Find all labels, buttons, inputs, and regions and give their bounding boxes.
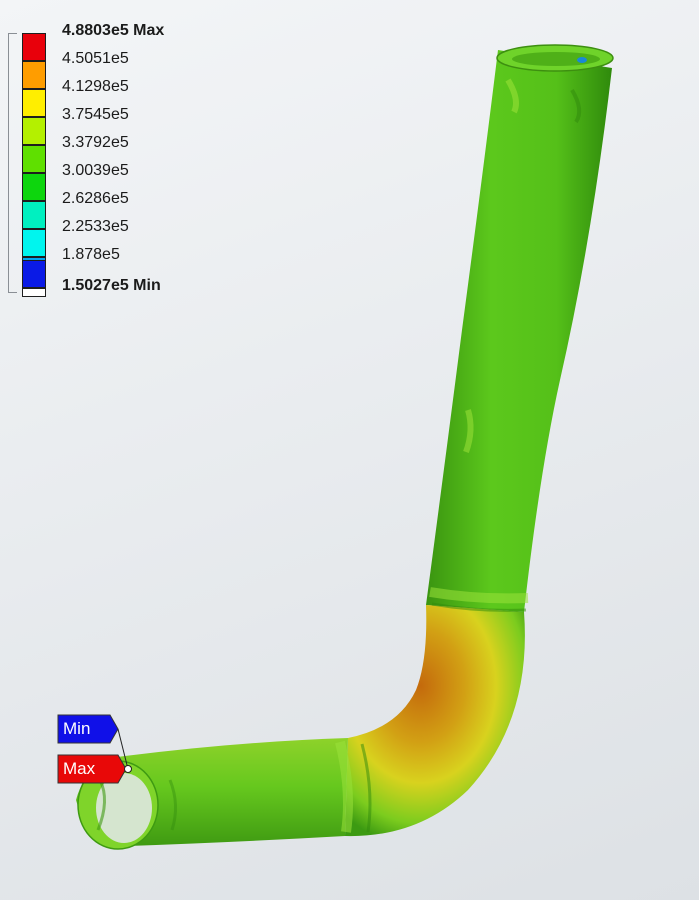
legend-swatch (22, 117, 46, 145)
legend-label-min: 1.5027e5 Min (62, 277, 161, 294)
legend-swatch (22, 33, 46, 61)
legend-swatch (22, 173, 46, 201)
legend-label: 4.5051e5 (62, 50, 129, 67)
legend-bracket (8, 33, 17, 293)
legend-swatch (22, 260, 46, 288)
probe-point-marker (124, 765, 132, 773)
legend-label: 2.6286e5 (62, 190, 129, 207)
legend-label: 3.7545e5 (62, 106, 129, 123)
legend-label: 3.3792e5 (62, 134, 129, 151)
max-probe-tag[interactable]: Max (57, 754, 127, 784)
pipe-vertical-section (426, 50, 612, 612)
min-probe-tag[interactable]: Min (57, 714, 119, 744)
pipe-bend-section (345, 605, 525, 837)
legend-label: 2.2533e5 (62, 218, 129, 235)
3d-viewport[interactable]: 4.8803e5 Max 4.5051e5 4.1298e5 3.7545e5 … (0, 0, 699, 900)
legend-label: 1.878e5 (62, 246, 120, 263)
legend-label-max: 4.8803e5 Max (62, 22, 165, 39)
legend-swatch (22, 61, 46, 89)
legend-label: 4.1298e5 (62, 78, 129, 95)
color-legend: 4.8803e5 Max 4.5051e5 4.1298e5 3.7545e5 … (0, 0, 240, 310)
legend-swatch (22, 145, 46, 173)
legend-swatch (22, 201, 46, 229)
legend-swatch (22, 229, 46, 257)
legend-swatch (22, 89, 46, 117)
max-probe-label: Max (63, 759, 96, 778)
min-probe-label: Min (63, 719, 91, 738)
legend-label: 3.0039e5 (62, 162, 129, 179)
legend-min-cap (22, 288, 46, 297)
